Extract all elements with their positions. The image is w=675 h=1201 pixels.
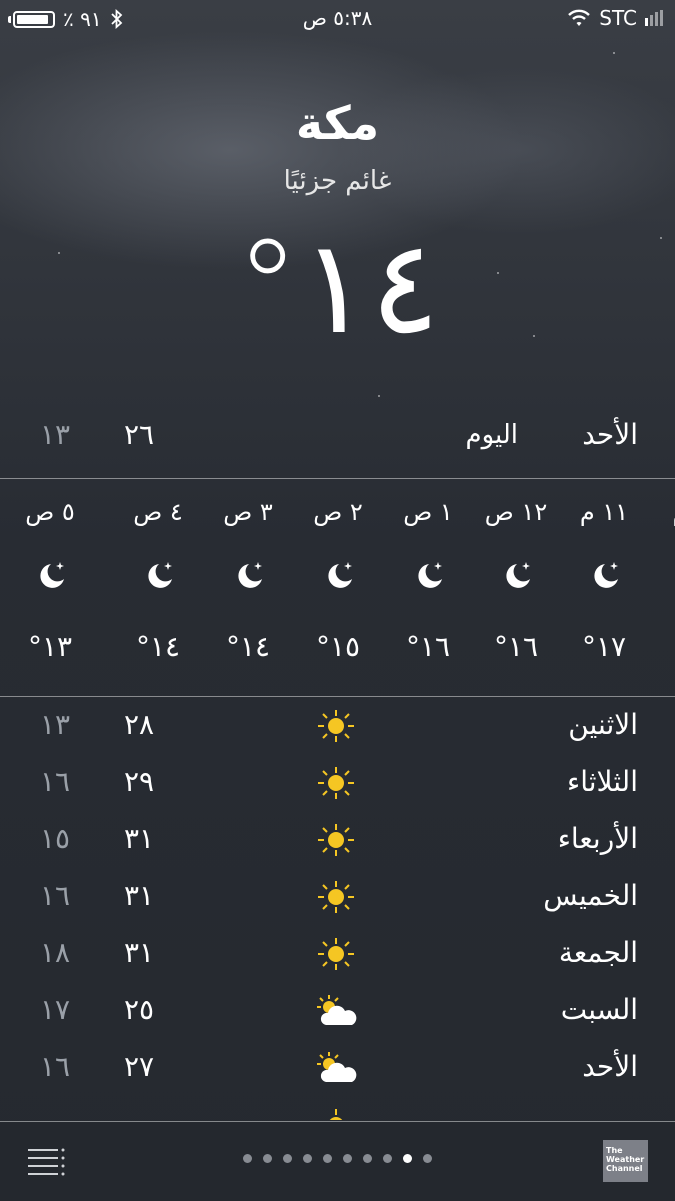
page-dot[interactable]	[383, 1154, 392, 1163]
daily-low: ١٥	[40, 822, 71, 855]
page-dot[interactable]	[343, 1154, 352, 1163]
wifi-icon	[568, 9, 591, 26]
page-dot[interactable]	[263, 1154, 272, 1163]
hourly-temp: °١٧	[581, 630, 627, 663]
daily-forecast[interactable]: الاثنين ٢٨ ١٣ الثلاثاء ٢٩ ١٦ الأربعاء ٣١…	[0, 698, 675, 1120]
hourly-temp: °١٦	[493, 630, 539, 663]
daily-low: ١٦	[40, 879, 71, 912]
daily-day: الجمعة	[558, 936, 638, 969]
daily-high: ٣١	[124, 936, 155, 969]
sun-icon	[318, 710, 354, 742]
daily-high: ٣١	[124, 822, 155, 855]
today-summary: الأحد اليوم ٢٦ ١٣	[0, 408, 675, 464]
sun-icon	[329, 1109, 343, 1120]
carrier-name: STC	[599, 6, 637, 30]
moon-icon	[148, 562, 172, 588]
page-dot-active[interactable]	[403, 1154, 412, 1163]
hourly-temp: °١٤	[135, 630, 181, 663]
daily-day: الاثنين	[568, 708, 638, 741]
status-right: STC	[567, 6, 663, 30]
city-name: مكة	[295, 96, 380, 150]
moon-icon	[594, 562, 618, 588]
weather-channel-logo[interactable]: The Weather Channel	[603, 1140, 648, 1182]
today-low: ١٣	[40, 418, 71, 451]
moon-icon	[40, 562, 64, 588]
signal-icon	[645, 10, 663, 26]
moon-icon	[506, 562, 530, 588]
daily-row	[0, 1097, 675, 1120]
today-high: ٢٦	[124, 418, 155, 451]
hourly-forecast[interactable]: م ° ١١ م °١٧ ١٢ ص °١٦ ١ ص °١٦ ٢ ص °١٥ ٣ …	[0, 480, 675, 696]
today-day: الأحد	[582, 418, 638, 451]
daily-high: ٢٨	[124, 708, 155, 741]
daily-day: الأحد	[582, 1050, 638, 1083]
partly-cloudy-icon	[317, 1052, 357, 1082]
daily-day: الثلاثاء	[567, 765, 638, 798]
hourly-time: ١ ص	[403, 498, 453, 526]
divider-top	[0, 478, 675, 479]
moon-icon	[418, 562, 442, 588]
hourly-time: ٥ ص	[25, 498, 75, 526]
page-dot[interactable]	[363, 1154, 372, 1163]
hourly-temp: °١٥	[315, 630, 361, 663]
current-temperature: ١٤°	[235, 211, 440, 363]
moon-icon	[238, 562, 262, 588]
status-bar: ٪ ٩١ ٥:٣٨ ص STC	[0, 0, 675, 38]
daily-day: السبت	[560, 993, 638, 1026]
star	[613, 52, 615, 54]
page-indicator[interactable]	[0, 1154, 675, 1163]
divider-middle	[0, 696, 675, 697]
daily-low: ١٣	[40, 708, 71, 741]
daily-row: الثلاثاء ٢٩ ١٦	[0, 755, 675, 812]
hourly-temp: °١٦	[405, 630, 451, 663]
sun-icon	[318, 824, 354, 856]
hourly-temp: °١٣	[27, 630, 73, 663]
bottom-toolbar: The Weather Channel	[0, 1121, 675, 1201]
daily-row: الاثنين ٢٨ ١٣	[0, 698, 675, 755]
hourly-time: ٣ ص	[223, 498, 273, 526]
daily-low: ١٦	[40, 1050, 71, 1083]
partly-cloudy-icon	[317, 995, 357, 1025]
moon-icon	[328, 562, 352, 588]
page-dot[interactable]	[323, 1154, 332, 1163]
page-dot[interactable]	[303, 1154, 312, 1163]
daily-high: ٢٧	[124, 1050, 155, 1083]
sun-icon	[318, 767, 354, 799]
page-dot[interactable]	[423, 1154, 432, 1163]
hourly-temp: °١٤	[225, 630, 271, 663]
daily-row: السبت ٢٥ ١٧	[0, 983, 675, 1040]
daily-day: الخميس	[543, 879, 638, 912]
daily-day: الأربعاء	[557, 822, 638, 855]
daily-high: ٢٩	[124, 765, 155, 798]
hourly-time: ١٢ ص	[484, 498, 548, 526]
today-label: اليوم	[465, 420, 518, 450]
page-dot[interactable]	[283, 1154, 292, 1163]
hourly-time: ٢ ص	[313, 498, 363, 526]
star	[378, 395, 380, 397]
daily-row: الجمعة ٣١ ١٨	[0, 926, 675, 983]
page-dot[interactable]	[243, 1154, 252, 1163]
sun-icon	[318, 938, 354, 970]
daily-row: الأربعاء ٣١ ١٥	[0, 812, 675, 869]
hourly-time: ١١ م	[579, 498, 629, 526]
daily-low: ١٨	[40, 936, 71, 969]
daily-low: ١٧	[40, 993, 71, 1026]
daily-high: ٢٥	[124, 993, 155, 1026]
daily-row: الأحد ٢٧ ١٦	[0, 1040, 675, 1097]
current-condition: غائم جزئيًا	[283, 166, 392, 196]
daily-row: الخميس ٣١ ١٦	[0, 869, 675, 926]
daily-high: ٣١	[124, 879, 155, 912]
hourly-time: ٤ ص	[133, 498, 183, 526]
daily-low: ١٦	[40, 765, 71, 798]
sun-icon	[318, 881, 354, 913]
